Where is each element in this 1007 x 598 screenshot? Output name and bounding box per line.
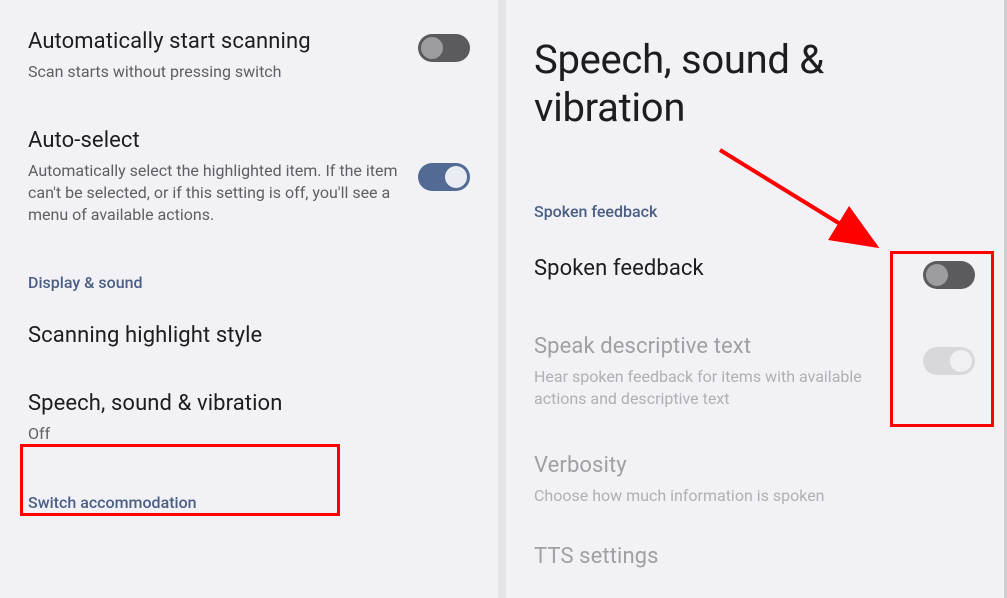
- verbosity-title: Verbosity: [534, 452, 963, 481]
- auto-select-row[interactable]: Auto-select Automatically select the hig…: [0, 127, 498, 227]
- settings-panel-left: Automatically start scanning Scan starts…: [0, 0, 498, 598]
- spoken-feedback-title: Spoken feedback: [534, 255, 907, 284]
- spoken-feedback-toggle[interactable]: [923, 261, 975, 289]
- spoken-feedback-section-header: Spoken feedback: [506, 202, 1007, 221]
- auto-start-scanning-row[interactable]: Automatically start scanning Scan starts…: [0, 28, 498, 83]
- verbosity-row: Verbosity Choose how much information is…: [506, 452, 1007, 507]
- tts-settings-row: TTS settings: [506, 543, 1007, 572]
- speak-descriptive-text-subtitle: Hear spoken feedback for items with avai…: [534, 366, 907, 411]
- speech-sound-vibration-title: Speech, sound & vibration: [28, 390, 454, 419]
- speech-sound-vibration-row[interactable]: Speech, sound & vibration Off: [0, 390, 498, 445]
- auto-select-toggle[interactable]: [418, 163, 470, 191]
- settings-panel-right: Speech, sound & vibration Spoken feedbac…: [506, 0, 1007, 598]
- page-title: Speech, sound & vibration: [506, 36, 1007, 132]
- auto-select-subtitle: Automatically select the highlighted ite…: [28, 160, 402, 227]
- display-sound-section-header: Display & sound: [0, 273, 498, 292]
- verbosity-subtitle: Choose how much information is spoken: [534, 485, 963, 507]
- speak-descriptive-text-title: Speak descriptive text: [534, 333, 907, 362]
- auto-start-scanning-title: Automatically start scanning: [28, 28, 402, 57]
- switch-accommodation-section-header: Switch accommodation: [0, 493, 498, 512]
- auto-start-scanning-toggle[interactable]: [418, 34, 470, 62]
- speak-descriptive-text-row: Speak descriptive text Hear spoken feedb…: [506, 333, 1007, 410]
- scanning-highlight-style-title: Scanning highlight style: [28, 322, 454, 351]
- tts-settings-title: TTS settings: [534, 543, 963, 572]
- speech-sound-vibration-subtitle: Off: [28, 423, 454, 445]
- spoken-feedback-row[interactable]: Spoken feedback: [506, 255, 1007, 289]
- scanning-highlight-style-row[interactable]: Scanning highlight style: [0, 322, 498, 351]
- auto-start-scanning-subtitle: Scan starts without pressing switch: [28, 61, 402, 83]
- speak-descriptive-text-toggle: [923, 347, 975, 375]
- auto-select-title: Auto-select: [28, 127, 402, 156]
